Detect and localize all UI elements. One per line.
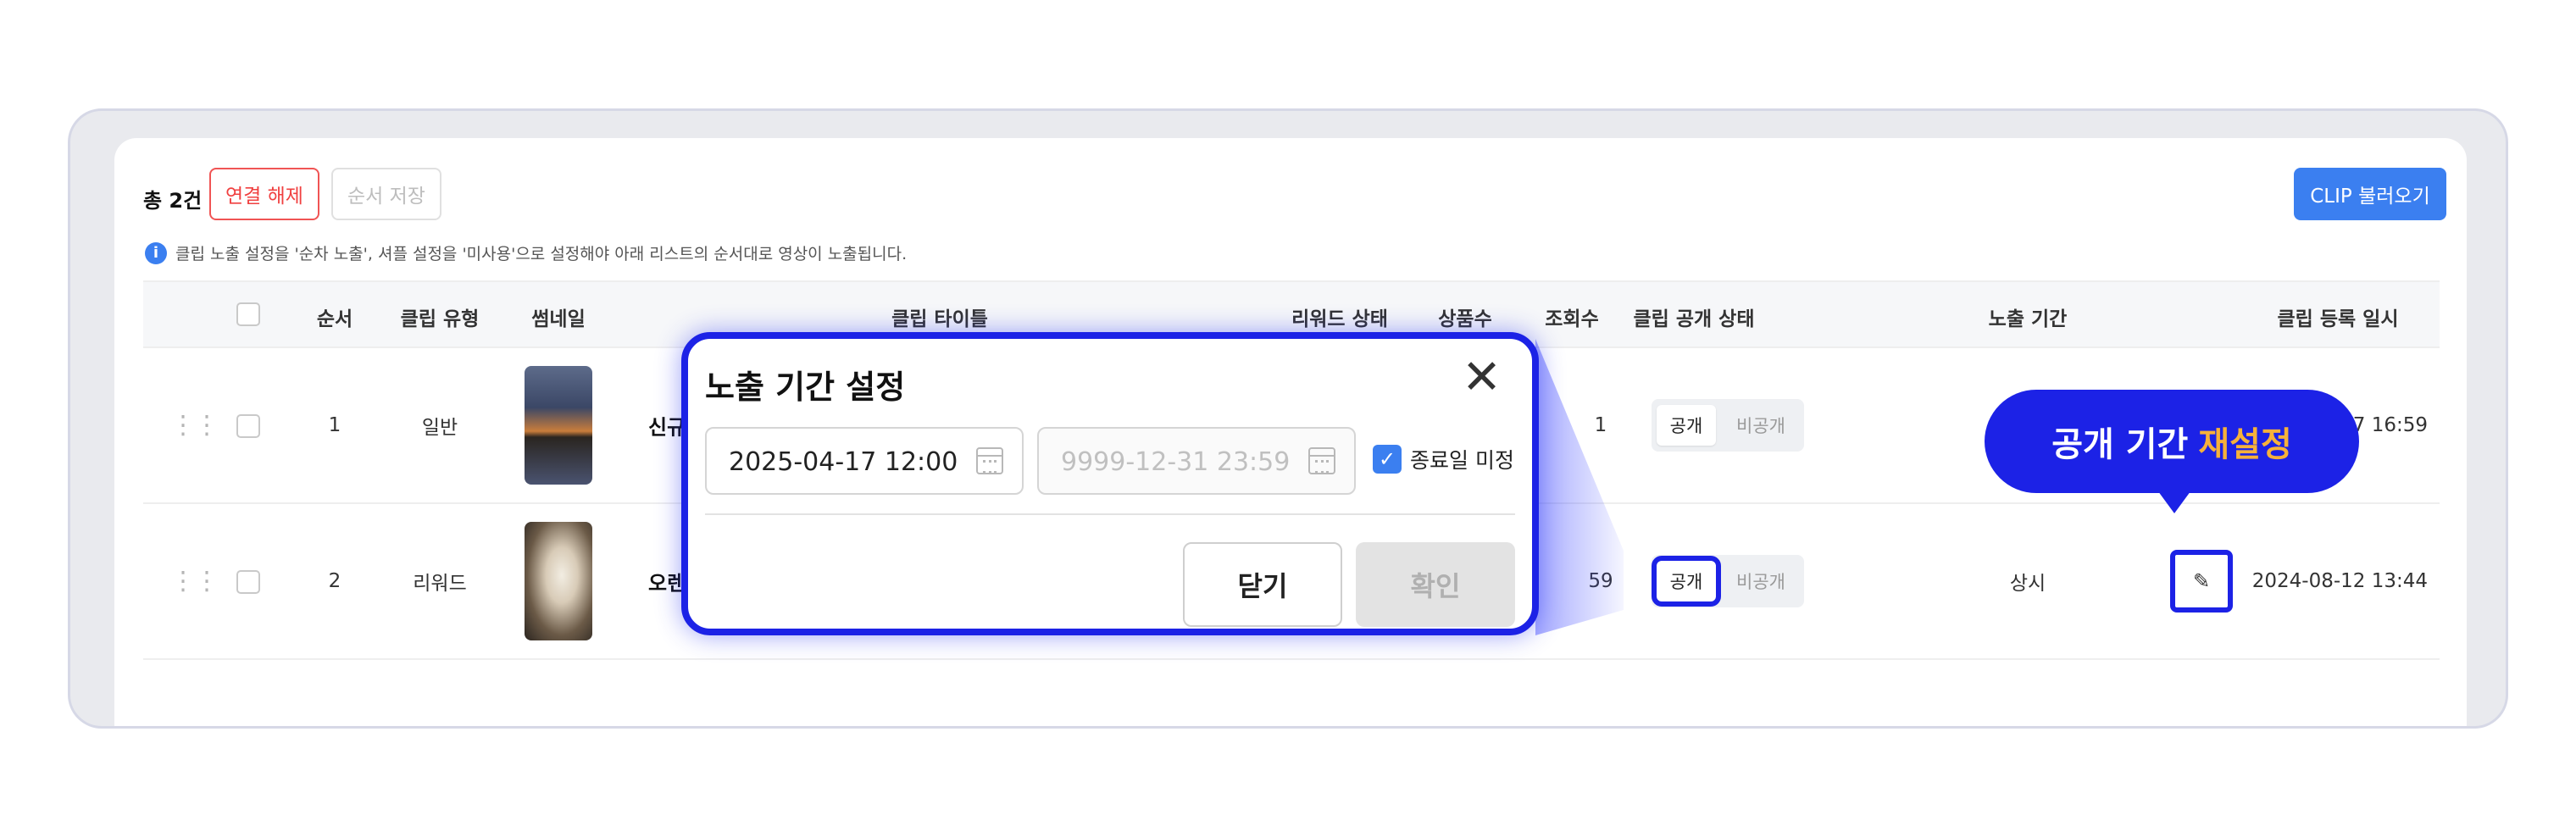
divider [705,513,1515,515]
header-product-count: 상품수 [1438,308,1492,330]
header-order: 순서 [316,308,353,330]
edit-exposure-button[interactable]: ✎ [2170,550,2233,613]
notice: i 클립 노출 설정을 '순차 노출', 셔플 설정을 '미사용'으로 설정해야… [145,241,907,264]
info-icon: i [145,241,167,264]
total-count: 총 2건 [143,189,203,213]
calendar-icon[interactable] [976,447,1003,474]
header-registered-at: 클립 등록 일시 [2277,308,2399,330]
row-checkbox[interactable] [236,570,260,594]
confirm-button[interactable]: 확인 [1356,542,1515,627]
row-views: 59 [1588,570,1613,592]
pencil-icon: ✎ [2192,569,2211,593]
public-off-option[interactable]: 비공개 [1724,405,1797,446]
row-exposure-period: 상시 [2009,573,2046,595]
calendar-icon[interactable] [1308,447,1335,474]
no-end-date-label: 종료일 미정 [1410,448,1514,473]
public-off-option[interactable]: 비공개 [1724,561,1797,601]
clip-thumbnail [525,366,592,485]
callout-tail [2156,488,2193,513]
public-on-option[interactable]: 공개 [1652,556,1721,607]
callout-bubble: 공개 기간 재설정 [1985,390,2359,493]
row-title[interactable]: 오렌 [648,567,686,596]
row-clip-type: 일반 [421,417,458,439]
exposure-period-dialog: 노출 기간 설정 ✕ 2025-04-17 12:00 9999-12-31 2… [681,332,1539,635]
row-order: 2 [328,570,341,592]
dialog-title: 노출 기간 설정 [705,369,906,406]
checkmark-icon[interactable]: ✓ [1373,445,1402,474]
header-thumbnail: 썸네일 [531,308,586,330]
end-date-value: 9999-12-31 23:59 [1061,447,1291,477]
header-clip-title: 클립 타이틀 [891,308,988,330]
unlink-button[interactable]: 연결 해제 [209,168,319,220]
header-views: 조회수 [1545,308,1599,330]
end-date-field[interactable]: 9999-12-31 23:59 [1037,427,1356,495]
notice-text: 클립 노출 설정을 '순차 노출', 셔플 설정을 '미사용'으로 설정해야 아… [175,245,908,263]
public-on-option[interactable]: 공개 [1657,405,1716,446]
clip-load-button[interactable]: CLIP 불러오기 [2294,168,2446,220]
header-reward-status: 리워드 상태 [1291,308,1388,330]
row-title[interactable]: 신규 [648,411,686,441]
header-exposure-period: 노출 기간 [1988,308,2068,330]
header-public-status: 클립 공개 상태 [1633,308,1755,330]
public-status-toggle[interactable]: 공개 비공개 [1652,399,1804,452]
row-clip-type: 리워드 [413,573,467,595]
header-clip-type: 클립 유형 [400,308,480,330]
row-views: 1 [1594,414,1607,436]
drag-handle-icon[interactable]: ⋮⋮ [170,567,219,596]
drag-handle-icon[interactable]: ⋮⋮ [170,411,219,441]
save-order-button[interactable]: 순서 저장 [331,168,441,220]
start-date-field[interactable]: 2025-04-17 12:00 [705,427,1024,495]
callout-text: 공개 기간 [2051,425,2189,464]
callout-accent-text: 재설정 [2198,425,2292,464]
select-all-checkbox[interactable] [236,302,260,326]
row-order: 1 [328,414,341,436]
row-checkbox[interactable] [236,414,260,438]
no-end-date-option[interactable]: ✓ 종료일 미정 [1373,444,1514,474]
clip-thumbnail [525,522,592,640]
close-button[interactable]: 닫기 [1183,542,1342,627]
row-registered-at: 2024-08-12 13:44 [2251,570,2428,592]
close-icon[interactable]: ✕ [1462,354,1502,402]
public-status-toggle[interactable]: 공개 비공개 [1652,555,1804,607]
start-date-value: 2025-04-17 12:00 [729,447,958,477]
